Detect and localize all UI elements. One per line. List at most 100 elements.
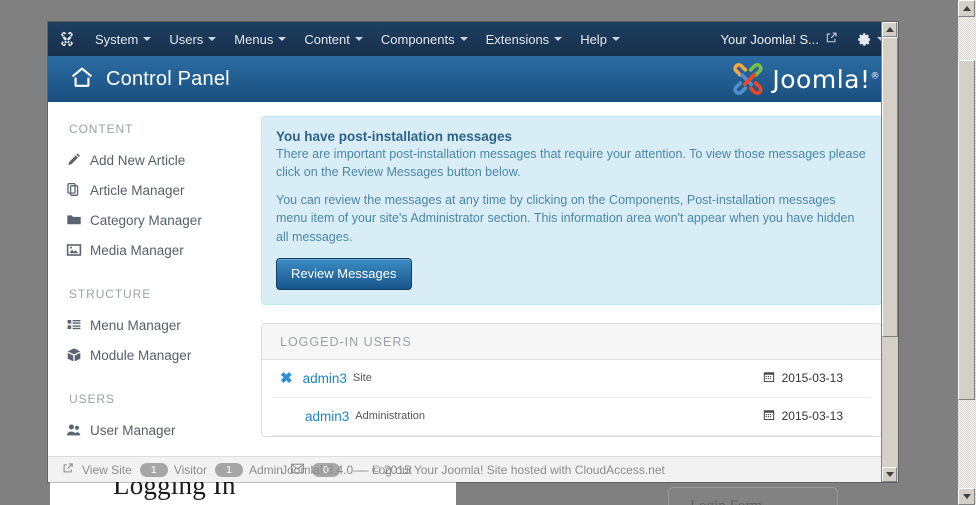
trademark-symbol: ® — [870, 71, 880, 82]
inner-scrollbar-thumb[interactable] — [882, 37, 898, 337]
sidebar-section-structure-heading: STRUCTURE — [69, 287, 152, 301]
menu-menus-label: Menus — [234, 31, 274, 47]
chevron-down-icon — [208, 37, 217, 41]
folder-icon — [66, 212, 90, 228]
table-row: admin3 Administration 2015-03-13 — [272, 398, 871, 436]
sidebar-item-user-manager[interactable]: User Manager — [66, 415, 253, 445]
scrollbar-down-button[interactable] — [958, 488, 975, 505]
image-icon — [66, 242, 90, 258]
joomla-wordmark: Joomla!® — [772, 65, 880, 94]
sidebar-item-category-manager[interactable]: Category Manager — [66, 205, 253, 235]
menu-help[interactable]: Help — [571, 22, 629, 56]
browser-scrollbar[interactable] — [957, 0, 976, 505]
user-name-link[interactable]: admin3 — [303, 371, 347, 386]
admin-count-badge: 1 — [214, 462, 243, 477]
menu-system[interactable]: System — [86, 22, 160, 56]
sidebar-item-module-manager[interactable]: Module Manager — [66, 340, 253, 370]
calendar-icon — [763, 409, 775, 424]
users-icon — [66, 422, 90, 438]
joomla-pinwheel-icon — [733, 63, 763, 95]
joomla-mark-icon[interactable] — [48, 30, 86, 48]
scrollbar-thumb[interactable] — [958, 60, 975, 400]
list-icon — [66, 317, 90, 333]
logout-x-icon[interactable]: ✖ — [280, 369, 293, 387]
home-icon — [70, 66, 94, 93]
copy-stack-icon — [66, 182, 90, 198]
chevron-down-icon — [554, 37, 563, 41]
site-name-link[interactable]: Your Joomla! S... — [720, 32, 823, 47]
sidebar: CONTENT Add New Article Article Manager … — [48, 102, 253, 460]
joomla-logo: Joomla!® — [730, 62, 880, 96]
post-installation-alert: You have post-installation messages Ther… — [261, 116, 882, 305]
user-row-left: admin3 Administration — [272, 409, 425, 424]
envelope-icon[interactable] — [290, 463, 304, 477]
menu-extensions-label: Extensions — [485, 31, 550, 47]
sidebar-item-label: Module Manager — [90, 347, 192, 363]
joomla-wordmark-text: Joomla! — [772, 64, 871, 94]
user-row-right: 2015-03-13 — [763, 409, 871, 424]
user-login-date: 2015-03-13 — [781, 371, 843, 386]
external-link-icon[interactable] — [62, 462, 74, 477]
alert-paragraph-2: You can review the messages at any time … — [276, 193, 855, 244]
chevron-down-icon — [278, 37, 287, 41]
alert-paragraph-1: There are important post-installation me… — [276, 147, 866, 180]
user-login-date: 2015-03-13 — [781, 409, 843, 424]
triangle-down-icon — [885, 472, 894, 477]
sidebar-item-add-new-article[interactable]: Add New Article — [66, 145, 253, 175]
logged-in-users-title: LOGGED-IN USERS — [262, 323, 881, 360]
visitor-count-badge: 1 — [139, 462, 168, 477]
underlying-login-box-label: Login Form — [690, 498, 762, 505]
table-row: ✖ admin3 Site 2015-03-13 — [272, 360, 871, 398]
triangle-up-icon — [962, 6, 971, 11]
sidebar-item-label: Add New Article — [90, 152, 186, 168]
separator-dash: — — [352, 462, 365, 477]
menu-users[interactable]: Users — [160, 22, 225, 56]
sidebar-item-label: Category Manager — [90, 212, 202, 228]
status-bar: Joomla! 3.4.0 — © 2015 Your Joomla! Site… — [48, 456, 898, 482]
menu-users-label: Users — [169, 31, 204, 47]
logged-in-users-panel: LOGGED-IN USERS ✖ admin3 Site 2015-03-13… — [261, 322, 882, 437]
menu-content[interactable]: Content — [295, 22, 372, 56]
joomla-admin-frame: System Users Menus Content Components Ex… — [48, 22, 898, 482]
menu-components-label: Components — [380, 31, 455, 47]
menu-content-label: Content — [304, 31, 350, 47]
inner-scrollbar-up-button[interactable] — [882, 22, 897, 37]
chevron-down-icon — [611, 37, 620, 41]
review-messages-button[interactable]: Review Messages — [276, 257, 412, 290]
scrollbar-up-button[interactable] — [958, 0, 975, 17]
menu-menus[interactable]: Menus — [225, 22, 295, 56]
chevron-down-icon — [143, 37, 152, 41]
screen: Logging In Login Form System Users Menu — [0, 0, 976, 505]
admin-body: CONTENT Add New Article Article Manager … — [48, 102, 898, 460]
sidebar-item-menu-manager[interactable]: Menu Manager — [66, 310, 253, 340]
inner-scrollbar[interactable] — [881, 22, 898, 482]
sidebar-item-label: Menu Manager — [90, 317, 181, 333]
user-name-link[interactable]: admin3 — [305, 409, 349, 424]
view-site-link[interactable]: View Site — [82, 463, 132, 477]
sidebar-item-label: User Manager — [90, 422, 176, 438]
menu-components[interactable]: Components — [372, 22, 477, 56]
menu-help-label: Help — [580, 31, 607, 47]
logout-link[interactable]: Log out — [372, 463, 412, 477]
user-client-label: Administration — [355, 410, 425, 423]
triangle-up-icon — [885, 27, 894, 32]
pencil-icon — [66, 152, 90, 168]
alert-title: You have post-installation messages — [276, 129, 513, 144]
admin-label: Admin — [248, 462, 283, 477]
message-count-badge: 0 — [311, 462, 340, 477]
user-row-right: 2015-03-13 — [763, 371, 871, 386]
sidebar-item-label: Article Manager — [90, 182, 185, 198]
sidebar-item-article-manager[interactable]: Article Manager — [66, 175, 253, 205]
external-link-icon[interactable] — [825, 31, 838, 47]
inner-scrollbar-down-button[interactable] — [882, 467, 897, 482]
sidebar-item-media-manager[interactable]: Media Manager — [66, 235, 253, 265]
sidebar-item-label: Media Manager — [90, 242, 184, 258]
chevron-down-icon — [354, 37, 363, 41]
page-header: Control Panel Joomla!® — [48, 56, 898, 102]
menubar-right-group: Your Joomla! S... — [720, 22, 894, 56]
user-row-left: ✖ admin3 Site — [272, 369, 372, 387]
visitor-label: Visitor — [173, 462, 207, 477]
logged-in-users-list: ✖ admin3 Site 2015-03-13 admin3 Administ… — [262, 359, 881, 436]
menu-extensions[interactable]: Extensions — [477, 22, 572, 56]
main-content: You have post-installation messages Ther… — [253, 102, 898, 460]
